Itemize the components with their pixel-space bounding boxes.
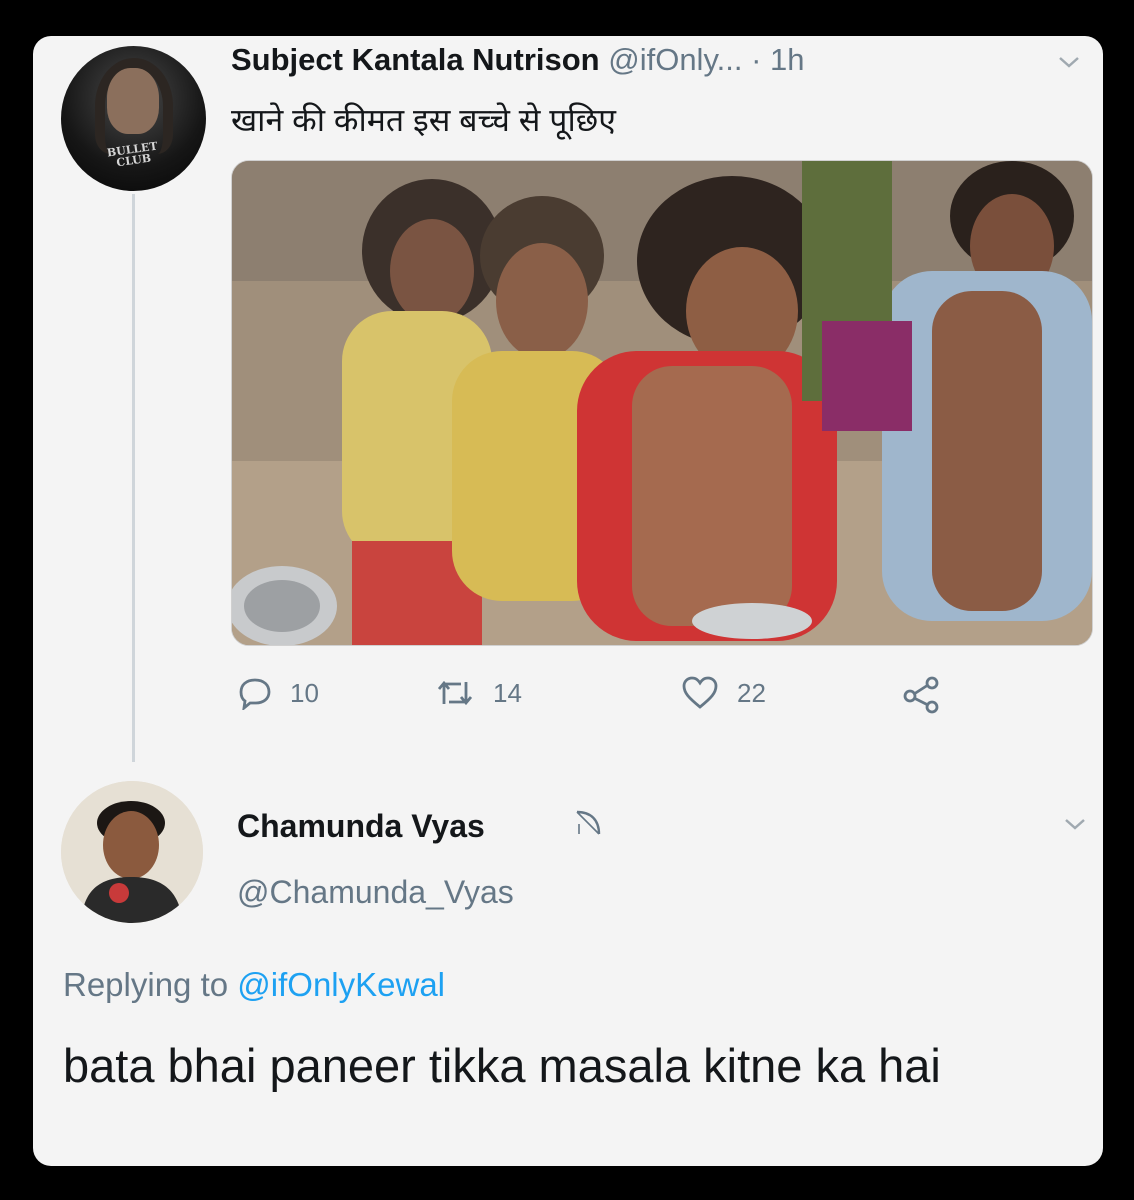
tweet-text: खाने की कीमत इस बच्चे से पूछिए <box>231 102 616 138</box>
author-name[interactable]: Subject Kantala Nutrison <box>231 42 600 77</box>
reply-count: 10 <box>290 677 319 708</box>
retweet-button[interactable]: 14 <box>435 676 522 710</box>
reply-author-avatar[interactable] <box>61 781 203 923</box>
reply-author-handle[interactable]: @Chamunda_Vyas <box>237 874 514 911</box>
thread-connector-line <box>132 194 135 762</box>
like-count: 22 <box>737 677 766 708</box>
replying-prefix: Replying to <box>63 966 229 1003</box>
tweet-header: Subject Kantala Nutrison @ifOnly... · 1h <box>231 42 805 78</box>
author-handle[interactable]: @ifOnly... <box>608 42 742 77</box>
reply-author-name[interactable]: Chamunda Vyas <box>237 808 485 845</box>
reply-avatar-photo <box>61 781 203 923</box>
share-button[interactable] <box>901 676 941 714</box>
author-avatar[interactable]: BULLET CLUB <box>61 46 206 191</box>
retweet-count: 14 <box>493 677 522 708</box>
share-icon <box>901 676 941 714</box>
reply-button[interactable]: 10 <box>238 676 319 710</box>
reply-icon <box>238 676 272 710</box>
avatar-face <box>107 68 159 134</box>
bow-arrow-icon <box>573 808 603 845</box>
heart-icon <box>681 676 719 710</box>
tweet-photo[interactable] <box>231 160 1093 646</box>
reply-text: bata bhai paneer tikka masala kitne ka h… <box>63 1039 941 1092</box>
replying-to-line: Replying to @ifOnlyKewal <box>63 966 445 1004</box>
replying-to-link[interactable]: @ifOnlyKewal <box>237 966 445 1003</box>
photo-of-children-icon <box>232 161 1092 645</box>
like-button[interactable]: 22 <box>681 676 766 710</box>
chevron-down-icon[interactable] <box>1057 50 1081 76</box>
chevron-down-icon[interactable] <box>1063 812 1087 838</box>
tweet-thread-card: BULLET CLUB Subject Kantala Nutrison @if… <box>33 36 1103 1166</box>
retweet-icon <box>435 676 475 710</box>
tweet-timestamp[interactable]: · 1h <box>751 42 804 77</box>
